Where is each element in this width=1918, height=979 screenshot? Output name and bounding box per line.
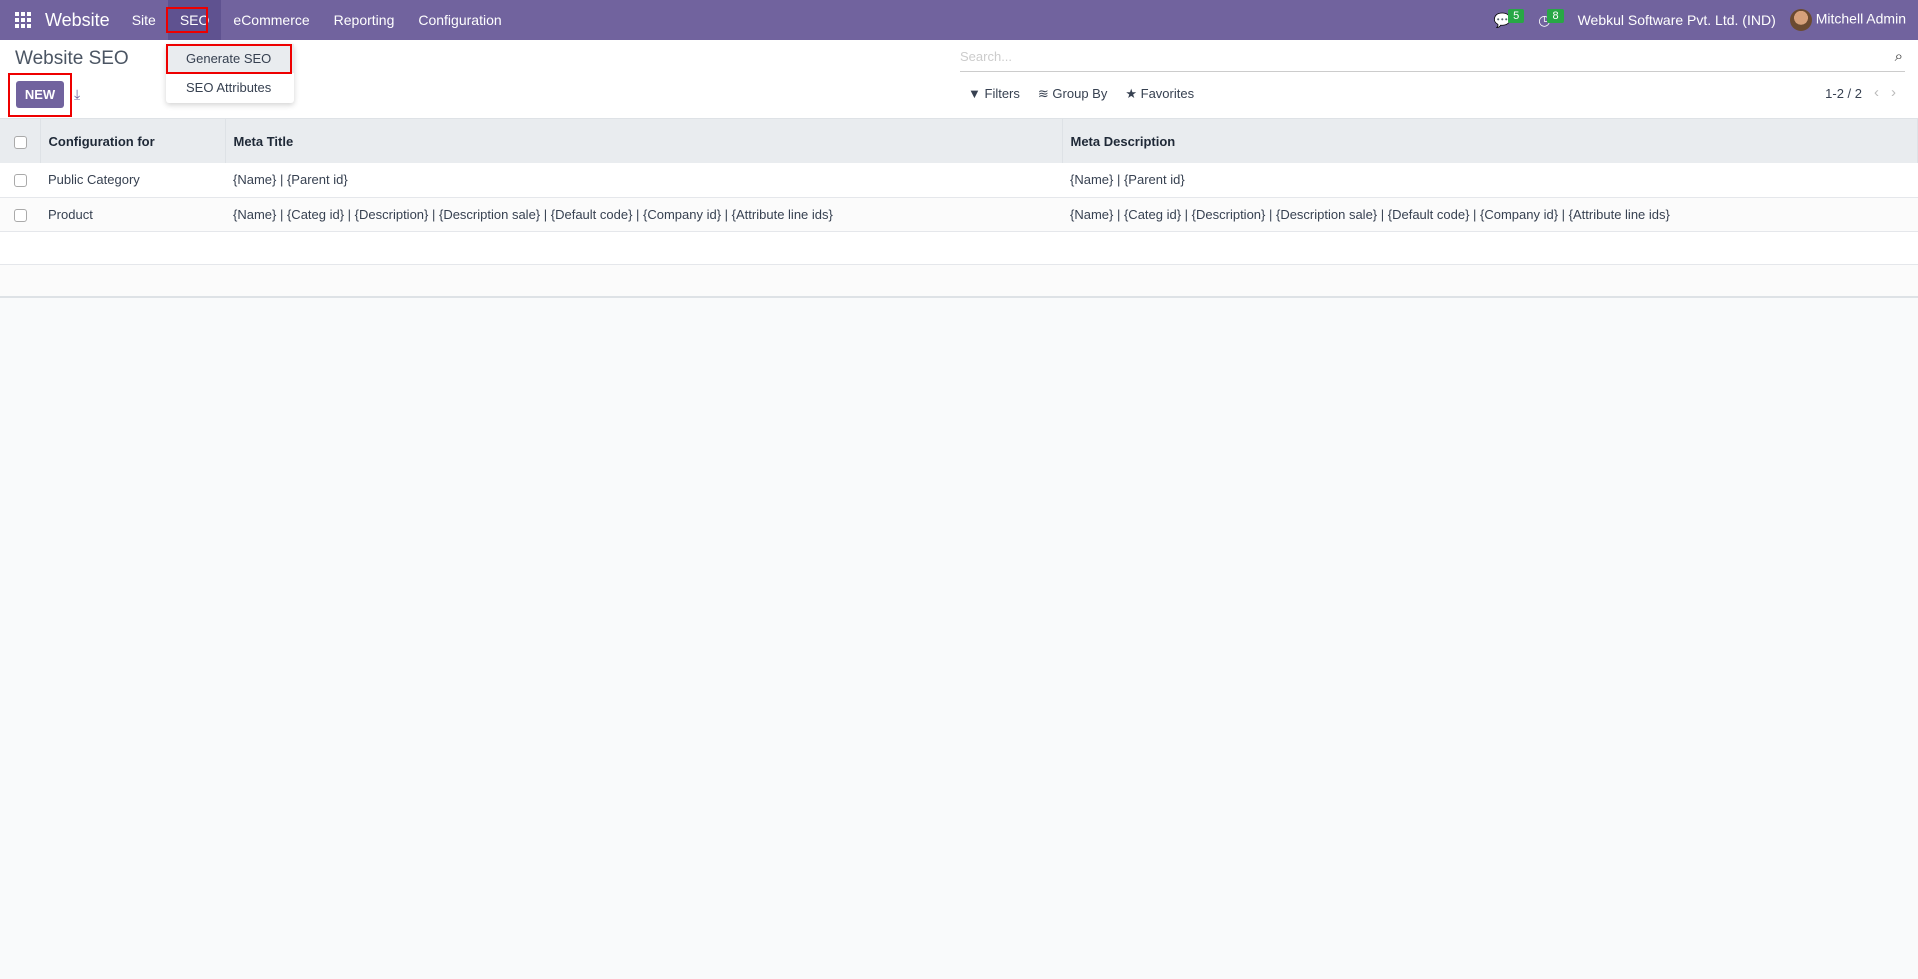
empty-row <box>0 264 1918 298</box>
search-input[interactable] <box>960 46 1860 64</box>
menu-seo[interactable]: SEO <box>167 0 222 40</box>
meta-title-cell: {Name} | {Parent id} <box>225 163 1062 198</box>
menu-item-generate-seo[interactable]: Generate SEO <box>166 44 294 73</box>
table-header: Configuration for Meta Title Meta Descri… <box>0 119 1918 163</box>
seo-config-table: Configuration for Meta Title Meta Descri… <box>0 119 1918 298</box>
page-title: Website SEO <box>15 48 129 69</box>
select-all-checkbox[interactable] <box>14 135 27 149</box>
group-by-label: Group By <box>1052 86 1108 101</box>
favorites-button[interactable]: ★ Favorites <box>1125 86 1194 102</box>
search-bar: ⌕ <box>960 46 1905 72</box>
table-row[interactable]: Product {Name} | {Categ id} | {Descripti… <box>0 197 1918 232</box>
meta-description-cell: {Name} | {Parent id} <box>1062 163 1918 198</box>
config-cell: Public Category <box>40 163 225 198</box>
user-name: Mitchell Admin <box>1815 10 1906 27</box>
favorites-label: Favorites <box>1140 86 1195 101</box>
pager-next-icon[interactable]: › <box>1891 85 1896 101</box>
user-menu[interactable]: Mitchell Admin <box>1789 9 1906 31</box>
avatar <box>1789 9 1812 31</box>
pager-previous-icon[interactable]: ‹ <box>1874 85 1879 101</box>
menu-item-seo-attributes[interactable]: SEO Attributes <box>166 73 294 102</box>
meta-title-cell: {Name} | {Categ id} | {Description} | {D… <box>225 197 1062 232</box>
activities-badge: 8 <box>1547 8 1564 23</box>
top-navbar: Website Site SEO eCommerce Reporting Con… <box>0 0 1918 40</box>
menu-reporting[interactable]: Reporting <box>322 0 407 40</box>
pager-value[interactable]: 1-2 / 2 <box>1825 86 1862 101</box>
download-icon[interactable]: ⤓ <box>74 86 80 103</box>
filter-icon: ▼ <box>968 86 981 101</box>
activities-button[interactable]: ◷ 8 <box>1538 8 1564 29</box>
filters-button[interactable]: ▼ Filters <box>968 86 1020 102</box>
menu-site[interactable]: Site <box>120 0 168 40</box>
column-meta-description[interactable]: Meta Description <box>1062 119 1918 163</box>
star-icon: ★ <box>1125 86 1137 101</box>
menu-ecommerce[interactable]: eCommerce <box>221 0 321 40</box>
new-button[interactable]: NEW <box>16 81 64 108</box>
group-by-button[interactable]: ≋ Group By <box>1038 86 1107 102</box>
apps-menu-icon[interactable] <box>15 12 31 28</box>
seo-dropdown-menu: Generate SEO SEO Attributes <box>166 44 294 103</box>
meta-description-cell: {Name} | {Categ id} | {Description} | {D… <box>1062 197 1918 232</box>
row-checkbox[interactable] <box>14 174 27 188</box>
menu-configuration[interactable]: Configuration <box>406 0 513 40</box>
app-name[interactable]: Website <box>45 10 110 31</box>
filters-label: Filters <box>984 86 1020 101</box>
table-row[interactable]: Public Category {Name} | {Parent id} {Na… <box>0 163 1918 198</box>
row-checkbox[interactable] <box>14 208 27 222</box>
empty-row <box>0 231 1918 265</box>
column-configuration-for[interactable]: Configuration for <box>40 119 226 163</box>
messages-badge: 5 <box>1508 8 1525 23</box>
config-cell: Product <box>40 197 225 232</box>
column-meta-title[interactable]: Meta Title <box>225 119 1063 163</box>
messages-button[interactable]: 💬 5 <box>1494 8 1525 29</box>
layers-icon: ≋ <box>1037 86 1049 101</box>
search-icon[interactable]: ⌕ <box>1895 48 1903 65</box>
company-switcher[interactable]: Webkul Software Pvt. Ltd. (IND) <box>1578 12 1776 28</box>
